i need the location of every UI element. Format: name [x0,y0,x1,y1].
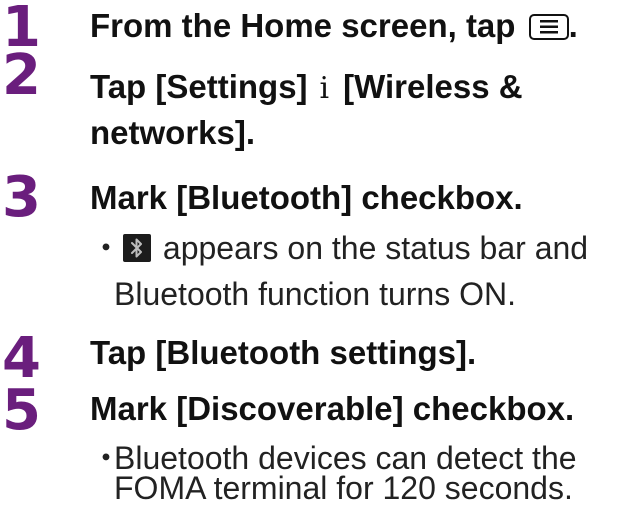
step-1-title-suffix: . [568,7,578,44]
step-1-title: From the Home screen, tap . [90,3,578,49]
menu-key-icon [528,14,569,40]
step-2-separator: i [319,71,330,106]
step-number-2: 2 [2,43,41,108]
step-3-bullet: ・ [90,230,123,266]
step-number-5: 5 [2,378,41,443]
step-4-title: Tap [Bluetooth settings]. [90,334,477,371]
step-2-title-part2: [Wireless & [343,68,523,105]
bluetooth-status-icon [122,234,151,262]
step-5-note-line2: FOMA terminal for 120 seconds. [114,470,573,506]
step-5-bullet: ・ [90,440,123,476]
step-3-title: Mark [Bluetooth] checkbox. [90,179,523,216]
step-number-3: 3 [2,165,41,230]
step-3-note-text-1: appears on the status bar and [162,230,589,266]
step-2-title-line2: networks]. [90,114,256,151]
step-2-title-part1: Tap [Settings] [90,68,308,105]
step-5-title: Mark [Discoverable] checkbox. [90,390,575,427]
step-3-note-line1: ・ appears on the status bar and [90,225,588,271]
step-1-title-text: From the Home screen, tap [90,7,516,44]
step-3-note-line2: Bluetooth function turns ON. [114,276,516,312]
step-2-title: Tap [Settings] i [Wireless & [90,64,523,112]
